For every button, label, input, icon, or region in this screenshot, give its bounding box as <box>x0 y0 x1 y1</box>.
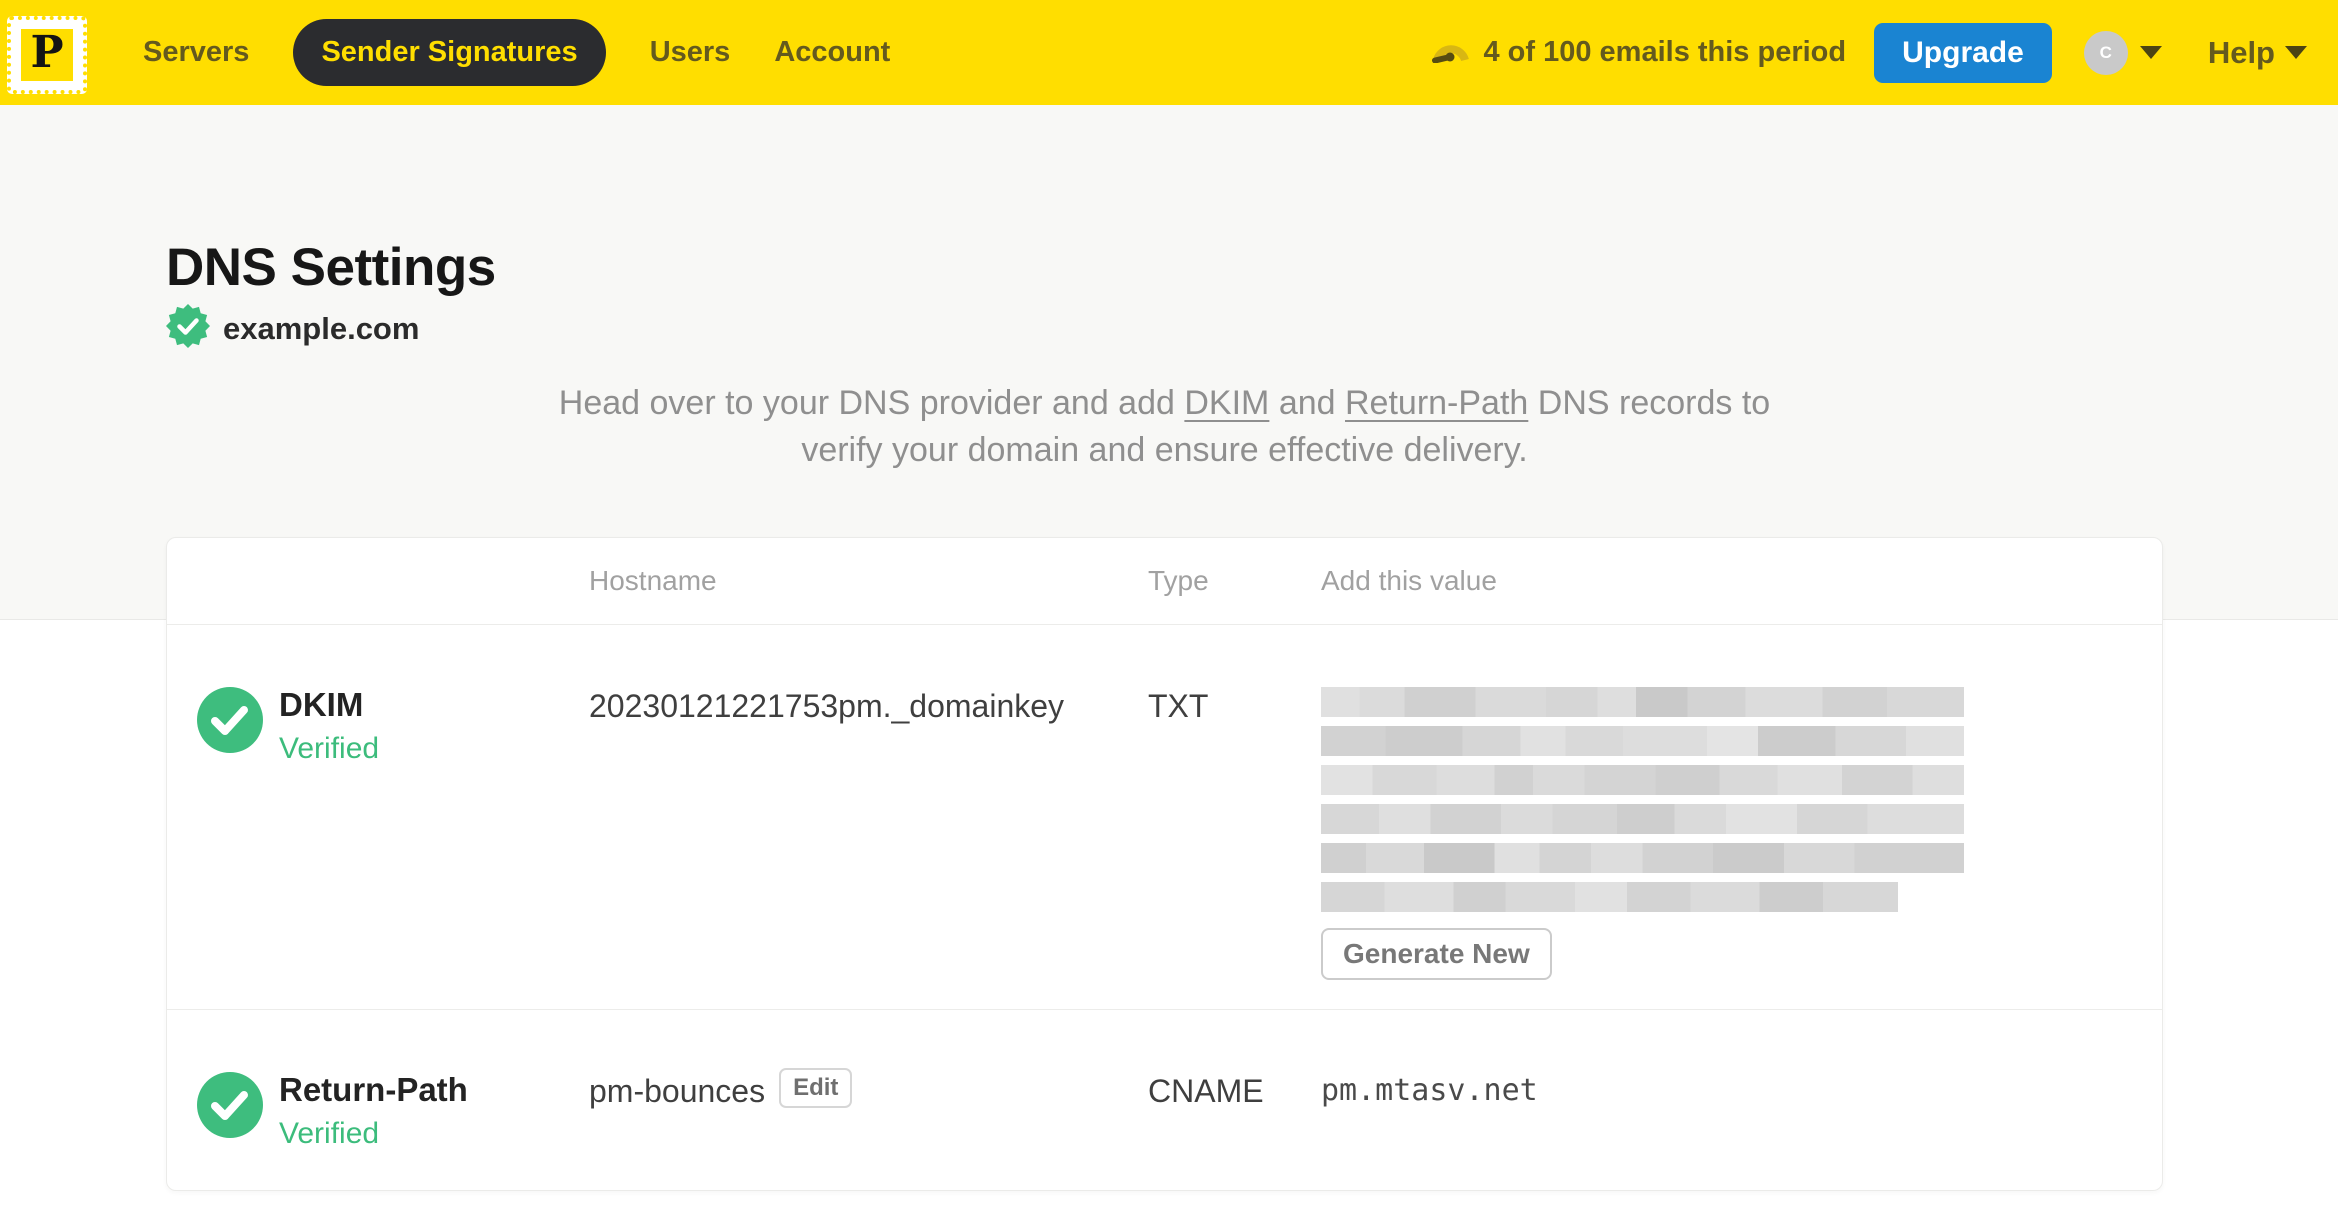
nav-item-servers[interactable]: Servers <box>143 36 249 69</box>
dkim-hostname-cell: 20230121221753pm._domainkey <box>589 687 1148 1009</box>
dkim-value-redacted <box>1321 687 1964 912</box>
return-path-hostname-cell: pm-bounces Edit <box>589 1068 1148 1190</box>
help-label: Help <box>2207 34 2275 70</box>
column-header-add-this-value: Add this value <box>1321 565 1497 596</box>
upgrade-button[interactable]: Upgrade <box>1874 22 2052 83</box>
record-hostname: pm-bounces <box>589 1073 766 1109</box>
gauge-icon <box>1432 37 1470 68</box>
check-circle-icon <box>197 687 263 753</box>
domain-row: example.com <box>166 304 2163 353</box>
return-path-value-cell: pm.mtasv.net <box>1321 1072 2162 1190</box>
caret-down-icon <box>2139 46 2162 59</box>
dkim-value-cell: Generate New <box>1321 687 2162 1009</box>
caret-down-icon <box>2285 46 2307 59</box>
nav-item-users[interactable]: Users <box>650 36 731 69</box>
nav-item-sender-signatures[interactable]: Sender Signatures <box>293 19 606 86</box>
avatar-initial: C <box>2099 42 2112 62</box>
description: Head over to your DNS provider and add D… <box>166 380 2163 474</box>
account-menu[interactable]: C <box>2083 30 2162 75</box>
domain-name: example.com <box>223 310 420 346</box>
table-row-return-path: Return-Path Verified pm-bounces Edit CNA… <box>167 1010 2162 1190</box>
main-content: DNS Settings example.com Head over to yo… <box>166 105 2163 1191</box>
record-name: Return-Path <box>279 1071 468 1108</box>
description-text: and <box>1269 384 1345 422</box>
logo-letter: P <box>21 27 73 81</box>
page-title: DNS Settings <box>166 238 496 297</box>
avatar: C <box>2083 30 2128 75</box>
table-header-row: Hostname Type Add this value <box>167 538 2162 625</box>
description-line-1: Head over to your DNS provider and add D… <box>166 380 2163 427</box>
column-header-hostname: Hostname <box>589 565 717 596</box>
record-value: pm.mtasv.net <box>1321 1073 1538 1108</box>
usage-meter: 4 of 100 emails this period <box>1432 36 1846 69</box>
generate-new-button[interactable]: Generate New <box>1321 928 1552 980</box>
redacted-value-line <box>1321 843 1964 873</box>
header-right-cluster: 4 of 100 emails this period Upgrade C He… <box>1432 22 2307 83</box>
header-bar: P Servers Sender Signatures Users Accoun… <box>0 0 2338 105</box>
redacted-value-line <box>1321 882 1898 912</box>
description-line-2: verify your domain and ensure effective … <box>801 431 1528 469</box>
usage-text: 4 of 100 emails this period <box>1483 36 1847 68</box>
dkim-link[interactable]: DKIM <box>1184 384 1269 422</box>
redacted-value-line <box>1321 804 1964 834</box>
dkim-type-cell: TXT <box>1148 688 1209 724</box>
description-text: DNS records to <box>1528 384 1771 422</box>
redacted-value-line <box>1321 687 1964 717</box>
dkim-labels: DKIM Verified <box>279 687 379 1009</box>
record-status: Verified <box>279 732 380 765</box>
record-hostname: 20230121221753pm._domainkey <box>589 688 1065 724</box>
return-path-status-cell: Return-Path Verified <box>167 1071 589 1190</box>
record-name: DKIM <box>279 686 364 723</box>
check-circle-icon <box>197 1072 263 1138</box>
description-text: Head over to your DNS provider and add <box>558 384 1185 422</box>
main-nav: Servers Sender Signatures Users Account <box>143 19 890 86</box>
return-path-labels: Return-Path Verified <box>279 1071 468 1190</box>
return-path-type-cell: CNAME <box>1148 1073 1264 1109</box>
postmark-logo[interactable]: P <box>7 15 87 94</box>
redacted-value-line <box>1321 765 1964 795</box>
nav-item-account[interactable]: Account <box>774 36 890 69</box>
dkim-status-cell: DKIM Verified <box>167 687 589 1009</box>
record-status: Verified <box>279 1117 380 1150</box>
column-header-type: Type <box>1148 565 1209 596</box>
redacted-value-line <box>1321 726 1964 756</box>
edit-button[interactable]: Edit <box>779 1068 853 1108</box>
table-row-dkim: DKIM Verified 20230121221753pm._domainke… <box>167 625 2162 1010</box>
help-menu[interactable]: Help <box>2208 35 2307 71</box>
return-path-link[interactable]: Return-Path <box>1345 384 1528 422</box>
dns-records-card: Hostname Type Add this value DKIM Verifi… <box>166 537 2163 1191</box>
verified-seal-icon <box>166 304 210 353</box>
